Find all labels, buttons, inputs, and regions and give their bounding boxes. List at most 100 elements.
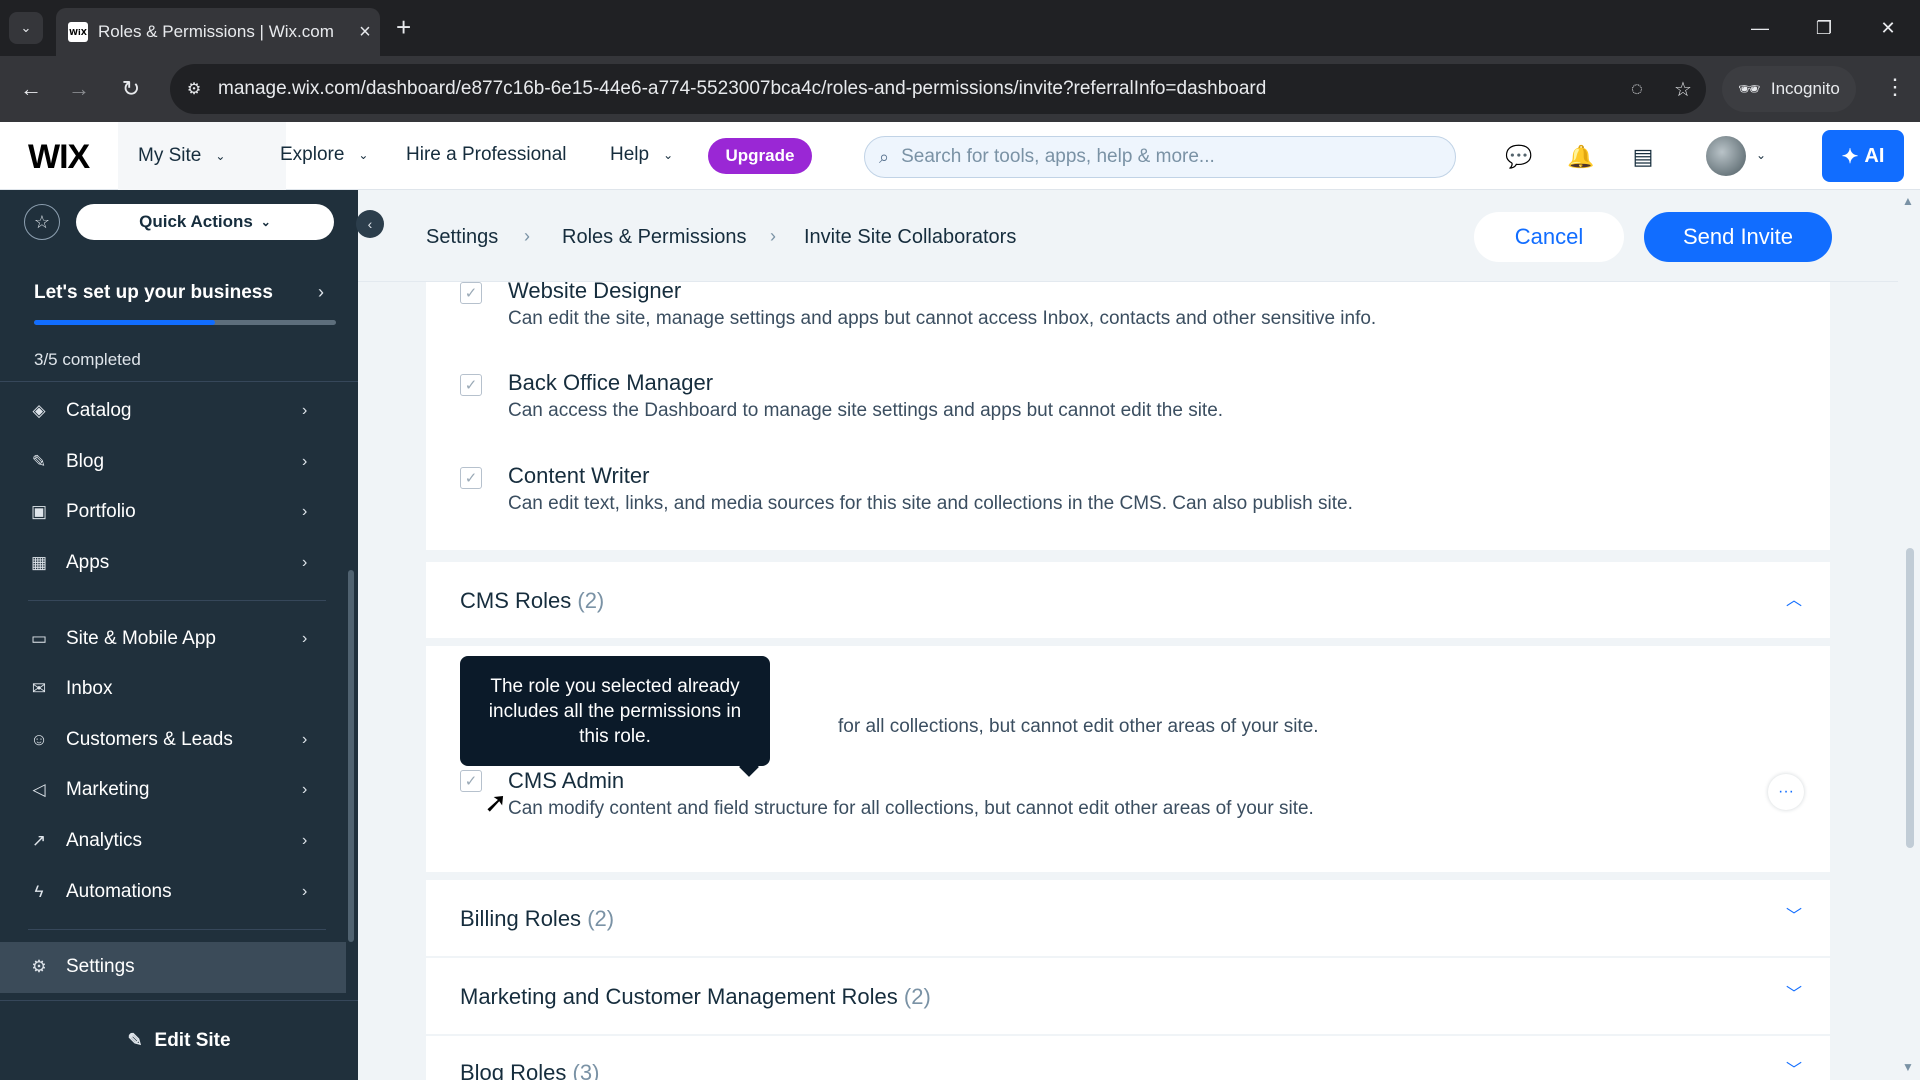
apps-icon: ▦: [30, 553, 48, 573]
role-checkbox[interactable]: ✓: [460, 374, 482, 396]
sidebar-item-blog[interactable]: ✎ Blog ›: [0, 437, 358, 488]
chevron-up-icon[interactable]: ︿: [1786, 586, 1802, 610]
quick-actions-button[interactable]: Quick Actions ⌄: [76, 204, 334, 240]
sidebar-item-apps[interactable]: ▦ Apps ›: [0, 538, 358, 589]
browser-menu-icon[interactable]: ⋮: [1884, 74, 1906, 100]
explore-menu[interactable]: Explore ⌄: [280, 144, 368, 166]
collapse-sidebar-icon[interactable]: ‹: [356, 210, 384, 238]
back-arrow-icon[interactable]: ←: [14, 72, 48, 106]
new-tab-icon[interactable]: +: [396, 14, 411, 40]
search-input[interactable]: [901, 146, 1402, 168]
site-info-icon[interactable]: ⚙: [170, 79, 218, 99]
upgrade-button[interactable]: Upgrade: [708, 138, 812, 174]
ai-label: AI: [1864, 144, 1885, 167]
page-header: Settings › Roles & Permissions › Invite …: [358, 190, 1898, 282]
url-text[interactable]: manage.wix.com/dashboard/e877c16b-6e15-4…: [218, 78, 1614, 100]
scroll-down-icon[interactable]: ▼: [1902, 1060, 1914, 1074]
edit-site-button[interactable]: ✎ Edit Site: [0, 1000, 358, 1080]
avatar[interactable]: [1706, 136, 1746, 176]
sidebar-item-site-mobile-app[interactable]: ▭ Site & Mobile App ›: [0, 613, 358, 664]
sidebar-item-label: Blog: [66, 450, 105, 472]
setup-title: Let's set up your business: [34, 282, 273, 303]
cancel-button[interactable]: Cancel: [1474, 212, 1624, 262]
main-scrollbar-thumb[interactable]: [1906, 548, 1914, 848]
role-checkbox[interactable]: ✓: [460, 282, 482, 304]
chevron-right-icon: ›: [318, 282, 324, 302]
chevron-right-icon: ›: [770, 226, 776, 246]
sidebar-item-label: Marketing: [66, 779, 150, 801]
tracking-protection-icon[interactable]: ◌: [1614, 78, 1660, 101]
sidebar-item-label: Catalog: [66, 400, 132, 422]
role-checkbox[interactable]: ✓: [460, 467, 482, 489]
scroll-up-icon[interactable]: ▲: [1902, 194, 1914, 208]
sidebar-item-inbox[interactable]: ✉ Inbox: [0, 664, 358, 715]
my-site-dropdown[interactable]: My Site ⌄: [118, 122, 286, 190]
sidebar-item-settings[interactable]: ⚙ Settings: [0, 941, 346, 993]
chevron-down-icon[interactable]: ﹀: [1786, 1056, 1802, 1080]
chevron-right-icon: ›: [302, 452, 308, 470]
analytics-icon: ↗: [31, 831, 47, 851]
marketing-roles-header[interactable]: Marketing and Customer Management Roles …: [426, 958, 1830, 1034]
sidebar-item-label: Site & Mobile App: [66, 627, 216, 649]
pencil-icon: ✎: [127, 1030, 143, 1050]
breadcrumb-settings[interactable]: Settings: [426, 226, 498, 249]
search-bar[interactable]: ⌕: [864, 136, 1456, 178]
more-options-icon[interactable]: ···: [1768, 774, 1804, 810]
chevron-right-icon: ›: [524, 226, 530, 246]
main-content: Settings › Roles & Permissions › Invite …: [358, 190, 1920, 1080]
sidebar-item-customers-leads[interactable]: ☺ Customers & Leads ›: [0, 715, 358, 766]
bookmark-star-icon[interactable]: ☆: [1660, 77, 1706, 102]
close-tab-icon[interactable]: ×: [350, 21, 380, 44]
wix-top-bar: WIX My Site ⌄ Explore ⌄ Hire a Professio…: [0, 122, 1920, 190]
browser-tab[interactable]: WiX Roles & Permissions | Wix.com ×: [56, 8, 380, 56]
chevron-right-icon: ›: [302, 402, 308, 420]
chevron-down-icon[interactable]: ⌄: [1756, 148, 1766, 162]
role-checkbox[interactable]: ✓: [460, 770, 482, 792]
restore-icon[interactable]: ❐: [1792, 0, 1856, 56]
reload-icon[interactable]: ↻: [114, 72, 148, 106]
chevron-right-icon: ›: [302, 629, 308, 647]
minimize-icon[interactable]: —: [1728, 0, 1792, 56]
chat-icon[interactable]: 💬: [1504, 142, 1534, 172]
chevron-down-icon[interactable]: ﹀: [1786, 902, 1802, 926]
role-title: Content Writer: [508, 463, 650, 488]
sidebar-item-analytics[interactable]: ↗ Analytics ›: [0, 816, 358, 867]
chevron-right-icon: ›: [302, 781, 308, 799]
role-title: CMS Admin: [508, 768, 625, 793]
chevron-down-icon[interactable]: ﹀: [1786, 980, 1802, 1004]
news-icon[interactable]: ▤: [1628, 142, 1658, 172]
ai-button[interactable]: ✦ AI: [1822, 130, 1904, 182]
sidebar-scrollbar[interactable]: [348, 570, 354, 942]
star-icon[interactable]: ☆: [24, 204, 60, 240]
customers-icon: ☺: [30, 729, 48, 749]
help-menu[interactable]: Help ⌄: [610, 144, 673, 166]
billing-roles-header[interactable]: Billing Roles (2) ﹀: [426, 880, 1830, 956]
bell-icon[interactable]: 🔔: [1566, 142, 1596, 172]
setup-progress-card[interactable]: Let's set up your business › 3/5 complet…: [0, 258, 358, 382]
sidebar-item-automations[interactable]: ϟ Automations ›: [0, 866, 358, 917]
quick-actions-label: Quick Actions: [139, 212, 253, 231]
incognito-badge[interactable]: 🕶 Incognito: [1722, 66, 1856, 112]
sidebar-item-label: Settings: [66, 956, 135, 978]
forward-arrow-icon[interactable]: →: [62, 72, 96, 106]
wix-logo[interactable]: WIX: [28, 138, 90, 177]
send-invite-button[interactable]: Send Invite: [1644, 212, 1832, 262]
role-description: Can edit the site, manage settings and a…: [508, 308, 1377, 329]
breadcrumb-roles-permissions[interactable]: Roles & Permissions: [562, 226, 747, 249]
hire-professional-link[interactable]: Hire a Professional: [406, 144, 567, 166]
breadcrumb-current: Invite Site Collaborators: [804, 226, 1017, 248]
close-window-icon[interactable]: ✕: [1856, 0, 1920, 56]
portfolio-icon: ▣: [30, 502, 48, 522]
sidebar-item-marketing[interactable]: ◁ Marketing ›: [0, 765, 358, 816]
tab-search-icon[interactable]: ⌄: [9, 12, 43, 44]
sidebar-item-catalog[interactable]: ◈ Catalog ›: [0, 386, 358, 437]
section-title: Marketing and Customer Management Roles …: [460, 984, 931, 1010]
address-bar[interactable]: ⚙ manage.wix.com/dashboard/e877c16b-6e15…: [170, 64, 1706, 114]
blog-icon: ✎: [31, 451, 47, 471]
blog-roles-header[interactable]: Blog Roles (3) ﹀: [426, 1036, 1830, 1080]
sidebar-item-label: Apps: [66, 552, 110, 574]
role-tooltip: The role you selected already includes a…: [460, 656, 770, 766]
cms-roles-header[interactable]: CMS Roles (2) ︿: [426, 562, 1830, 638]
section-count: (2): [587, 906, 615, 931]
sidebar-item-portfolio[interactable]: ▣ Portfolio ›: [0, 487, 358, 538]
